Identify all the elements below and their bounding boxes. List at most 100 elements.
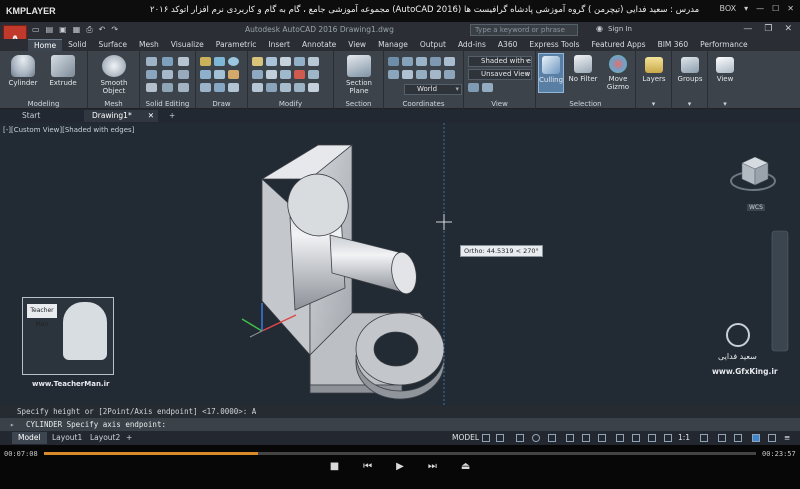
command-input[interactable]: ▸ CYLINDER Specify axis endpoint:: [0, 418, 800, 431]
tab-mesh[interactable]: Mesh: [133, 39, 165, 51]
lineweight-icon[interactable]: [598, 434, 606, 442]
user-icon[interactable]: ◉: [596, 24, 603, 33]
slice-icon[interactable]: [146, 70, 157, 79]
ucs-world-dropdown[interactable]: World: [404, 84, 462, 95]
extrude-button[interactable]: Extrude: [46, 55, 80, 87]
panel-label-view[interactable]: View: [464, 100, 535, 108]
ortho-icon[interactable]: [516, 434, 524, 442]
saveas-icon[interactable]: ▦: [73, 25, 81, 35]
app-restore-icon[interactable]: ❐: [764, 24, 772, 34]
new-icon[interactable]: ▭: [32, 25, 40, 35]
open-file-icon[interactable]: ⏏: [461, 461, 470, 479]
wcs-menu[interactable]: WCS: [747, 204, 765, 211]
viewcube[interactable]: [730, 156, 776, 191]
tab-output[interactable]: Output: [414, 39, 452, 51]
intersect-icon[interactable]: [178, 57, 189, 66]
ucs-3point-icon[interactable]: [402, 70, 413, 79]
ucs-face-icon[interactable]: [388, 70, 399, 79]
selection-cycling-icon[interactable]: [632, 434, 640, 442]
command-wrench-icon[interactable]: ▸: [10, 418, 15, 431]
app-minimize-icon[interactable]: —: [743, 24, 752, 34]
circle-icon[interactable]: [228, 57, 239, 66]
tab-insert[interactable]: Insert: [262, 39, 296, 51]
polyline-icon[interactable]: [214, 57, 225, 66]
app-close-icon[interactable]: ✕: [784, 24, 792, 34]
panel-label-selection[interactable]: Selection: [536, 100, 635, 108]
model-space-toggle[interactable]: MODEL: [452, 432, 479, 444]
line-icon[interactable]: [200, 57, 211, 66]
culling-button[interactable]: Culling: [538, 53, 564, 93]
ucs-object-icon[interactable]: [444, 57, 455, 66]
box-label[interactable]: BOX: [719, 4, 736, 13]
align-icon[interactable]: [280, 83, 291, 92]
annotation-monitor-icon[interactable]: [718, 434, 726, 442]
visual-style-dropdown[interactable]: Shaded with e...: [468, 56, 532, 67]
extract-edges-icon[interactable]: [146, 83, 157, 92]
tab-featured-apps[interactable]: Featured Apps: [586, 39, 652, 51]
stop-icon[interactable]: ■: [330, 461, 339, 479]
cylinder-button[interactable]: Cylinder: [8, 55, 38, 87]
erase-icon[interactable]: [294, 70, 305, 79]
layout1-tab[interactable]: Layout1: [46, 432, 88, 444]
hatch-icon[interactable]: [228, 70, 239, 79]
panel-label-draw[interactable]: Draw: [196, 100, 247, 108]
isodraft-icon[interactable]: [548, 434, 556, 442]
redo-icon[interactable]: ↷: [111, 25, 118, 35]
navigation-bar[interactable]: [771, 230, 789, 352]
open-icon[interactable]: ▤: [46, 25, 54, 35]
ucs-z-icon[interactable]: [444, 70, 455, 79]
arc-icon[interactable]: [200, 70, 211, 79]
panel-label-modify[interactable]: Modify: [248, 100, 333, 108]
ucs-world-icon[interactable]: [402, 57, 413, 66]
ucs-origin-icon[interactable]: [416, 57, 427, 66]
shell-icon[interactable]: [178, 83, 189, 92]
view-button[interactable]: View: [710, 57, 740, 83]
view-expand-arrow[interactable]: ▾: [708, 100, 742, 108]
rectangle-icon[interactable]: [214, 70, 225, 79]
tab-surface[interactable]: Surface: [92, 39, 133, 51]
tab-view[interactable]: View: [342, 39, 372, 51]
workspace-gear-icon[interactable]: [700, 434, 708, 442]
player-logo[interactable]: KMPLAYER: [6, 6, 56, 16]
print-icon[interactable]: ⎙: [86, 25, 92, 35]
ucs-icon[interactable]: [388, 57, 399, 66]
seek-bar[interactable]: [44, 452, 756, 455]
tab-express-tools[interactable]: Express Tools: [523, 39, 585, 51]
smooth-object-button[interactable]: Smooth Object: [96, 55, 132, 95]
mirror-icon[interactable]: [294, 57, 305, 66]
3d-part[interactable]: [260, 144, 445, 400]
drawing-viewport[interactable]: [-][Custom View][Shaded with edges] WCS …: [0, 123, 800, 405]
fillet-icon[interactable]: [308, 57, 319, 66]
saved-view-dropdown[interactable]: Unsaved View: [468, 69, 532, 80]
start-tab[interactable]: Start: [14, 110, 48, 122]
3d-osnap-icon[interactable]: [648, 434, 656, 442]
copy-icon[interactable]: [280, 57, 291, 66]
spline-icon[interactable]: [200, 83, 211, 92]
stretch-icon[interactable]: [252, 70, 263, 79]
viewport-config-icon[interactable]: [468, 83, 479, 92]
add-layout-icon[interactable]: +: [120, 432, 138, 444]
tab-annotate[interactable]: Annotate: [296, 39, 342, 51]
tab-add-ins[interactable]: Add-ins: [452, 39, 492, 51]
subtract-icon[interactable]: [162, 57, 173, 66]
save-icon[interactable]: ▣: [59, 25, 67, 35]
imprint-icon[interactable]: [162, 83, 173, 92]
move-gizmo-button[interactable]: Move Gizmo: [602, 55, 634, 91]
close-icon[interactable]: ✕: [787, 4, 794, 13]
fullscreen-icon[interactable]: [768, 434, 776, 442]
layers-button[interactable]: Layers: [638, 57, 670, 83]
snap-icon[interactable]: [496, 434, 504, 442]
tab-parametric[interactable]: Parametric: [210, 39, 263, 51]
ucs-y-icon[interactable]: [430, 70, 441, 79]
no-filter-button[interactable]: No Filter: [568, 55, 598, 83]
annotation-icon[interactable]: [664, 434, 672, 442]
named-views-icon[interactable]: [482, 83, 493, 92]
tab-visualize[interactable]: Visualize: [165, 39, 210, 51]
thicken-icon[interactable]: [178, 70, 189, 79]
groups-expand-arrow[interactable]: ▾: [672, 100, 707, 108]
layers-expand-arrow[interactable]: ▾: [636, 100, 671, 108]
panel-label-modeling[interactable]: Modeling: [0, 100, 87, 108]
customize-menu-icon[interactable]: ≡: [784, 432, 790, 444]
panel-label-solid-editing[interactable]: Solid Editing: [140, 100, 195, 108]
object-tracking-icon[interactable]: [566, 434, 574, 442]
